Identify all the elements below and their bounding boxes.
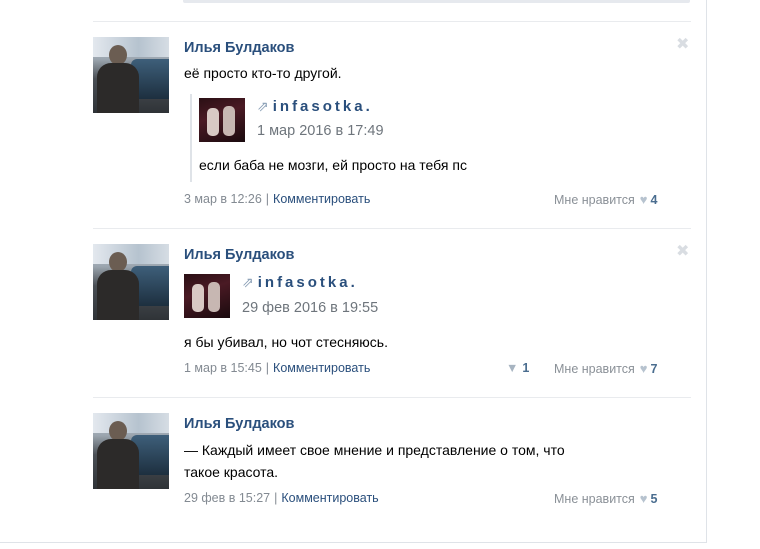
like-count: 7 <box>650 362 658 376</box>
like-button[interactable]: Мне нравится ♥ 4 <box>554 192 657 207</box>
divider <box>93 21 691 22</box>
author-name[interactable]: Илья Булдаков <box>184 416 294 432</box>
like-count: 5 <box>650 492 658 506</box>
repost-icon: ⇗ <box>242 274 254 290</box>
author-avatar[interactable] <box>93 244 169 320</box>
post-meta: 3 мар в 12:26 | Комментировать <box>184 192 371 206</box>
author-name[interactable]: Илья Булдаков <box>184 40 294 56</box>
close-icon[interactable]: ✖ <box>676 34 689 54</box>
like-button[interactable]: Мне нравится ♥ 7 <box>554 361 657 376</box>
divider <box>93 397 691 398</box>
like-button[interactable]: Мне нравится ♥ 5 <box>554 491 657 506</box>
comment-link[interactable]: Комментировать <box>273 192 370 206</box>
share-button[interactable]: ▼ 1 <box>506 361 529 375</box>
comment-link[interactable]: Комментировать <box>281 491 378 505</box>
like-count: 4 <box>650 193 658 207</box>
post-meta: 29 фев в 15:27 | Комментировать <box>184 491 379 505</box>
repost-source-avatar[interactable] <box>184 274 230 318</box>
repost-date[interactable]: 1 мар 2016 в 17:49 <box>257 123 384 139</box>
heart-icon: ♥ <box>639 491 648 506</box>
close-icon[interactable]: ✖ <box>676 241 689 261</box>
heart-icon: ♥ <box>639 192 648 207</box>
post-text: её просто кто-то другой. <box>184 65 342 81</box>
divider <box>93 228 691 229</box>
repost-source-avatar[interactable] <box>199 98 245 142</box>
megaphone-icon: ▼ <box>506 361 519 375</box>
post-text: я бы убивал, но чот стесняюсь. <box>184 334 388 350</box>
post-text-line-2: такое красота. <box>184 464 279 480</box>
previous-post-bottom-edge <box>183 0 690 3</box>
author-avatar[interactable] <box>93 413 169 489</box>
share-count: 1 <box>522 361 530 375</box>
post-text-line-1: — Каждый имеет свое мнение и представлен… <box>184 442 565 458</box>
repost-date[interactable]: 29 фев 2016 в 19:55 <box>242 300 378 316</box>
repost-source-link[interactable]: ⇗ infasotka. <box>242 274 358 291</box>
post-time[interactable]: 1 мар в 15:45 <box>184 361 262 375</box>
author-avatar[interactable] <box>93 37 169 113</box>
post-time[interactable]: 29 фев в 15:27 <box>184 491 270 505</box>
repost-icon: ⇗ <box>257 98 269 114</box>
author-name[interactable]: Илья Булдаков <box>184 247 294 263</box>
heart-icon: ♥ <box>639 361 648 376</box>
post-meta: 1 мар в 15:45 | Комментировать <box>184 361 371 375</box>
repost-quote-line <box>190 94 192 182</box>
repost-source-link[interactable]: ⇗ infasotka. <box>257 98 373 115</box>
post-time[interactable]: 3 мар в 12:26 <box>184 192 262 206</box>
comment-link[interactable]: Комментировать <box>273 361 370 375</box>
repost-text: если баба не мозги, ей просто на тебя пс <box>199 157 467 173</box>
